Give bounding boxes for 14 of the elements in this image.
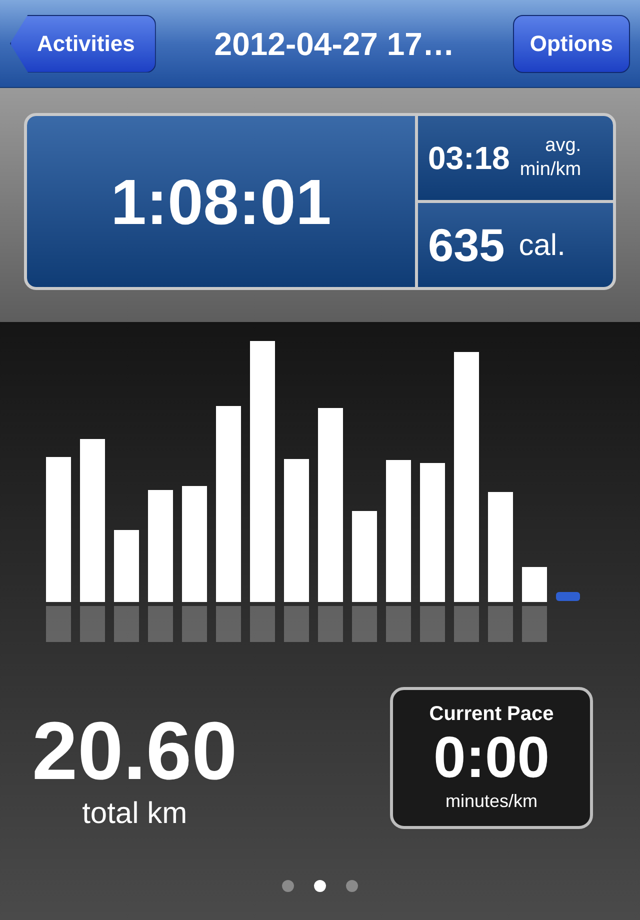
current-pace-title: Current Pace [429, 702, 554, 726]
calories-unit: cal. [518, 228, 566, 264]
duration-value: 1:08:01 [110, 164, 332, 240]
distance-value: 20.60 [32, 707, 238, 797]
back-button[interactable]: Activities [10, 14, 156, 72]
window-title: 2012-04-27 17… [214, 24, 454, 64]
current-pace-unit: minutes/km [445, 790, 538, 812]
calories-value: 635 [428, 218, 505, 272]
current-pace-value: 0:00 [433, 726, 550, 790]
pace-value: 03:18 [428, 139, 510, 178]
pace-unit: min/km [520, 158, 582, 182]
pace-label: avg. [545, 134, 582, 158]
distance-label: total km [82, 797, 188, 831]
options-button[interactable]: Options [512, 14, 630, 72]
